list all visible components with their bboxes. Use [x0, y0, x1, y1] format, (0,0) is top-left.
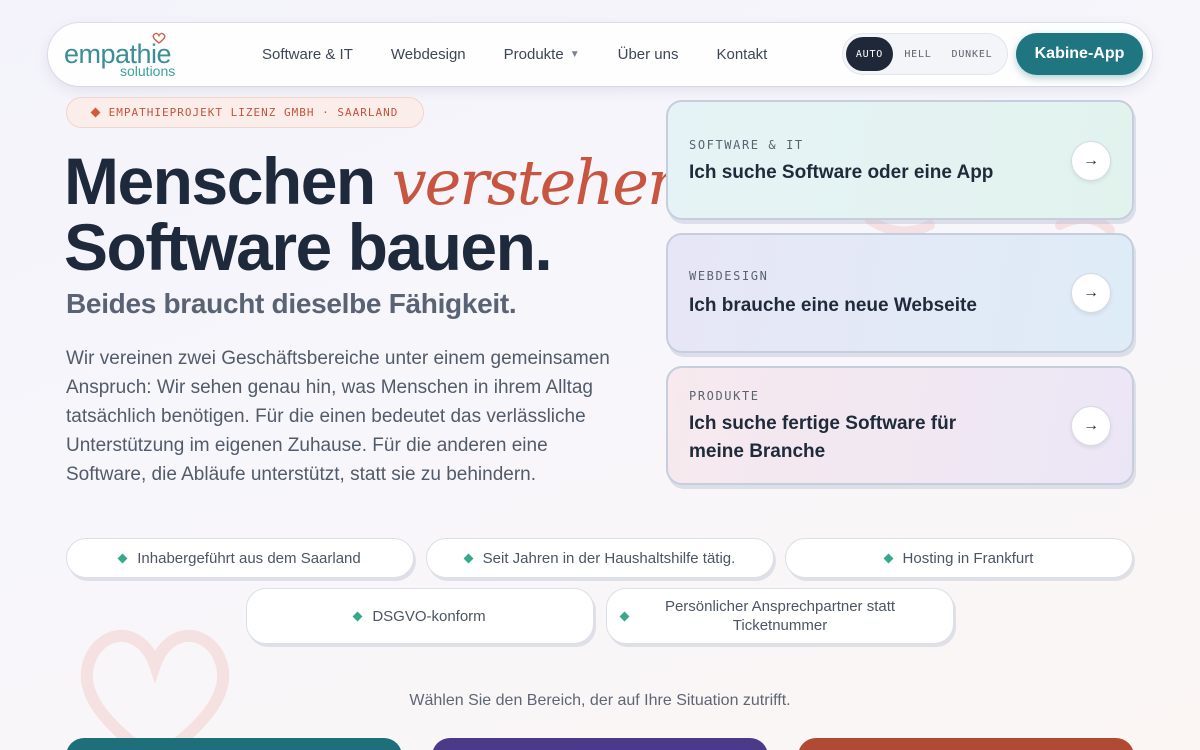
- background-heart-decoration: [80, 629, 230, 750]
- bottom-card-red[interactable]: [798, 738, 1134, 750]
- hero-paragraph: Wir vereinen zwei Geschäftsbereiche unte…: [66, 348, 610, 485]
- card-kicker: SOFTWARE & IT: [689, 138, 804, 152]
- theme-option-hell[interactable]: HELL: [893, 37, 943, 71]
- hero-subheadline: Beides braucht dieselbe Fähigkeit.: [66, 288, 517, 319]
- trust-pill-label: Hosting in Frankfurt: [902, 549, 1034, 567]
- arrow-right-icon[interactable]: →: [1071, 406, 1111, 446]
- trust-pill: Inhabergeführt aus dem Saarland: [66, 538, 414, 578]
- logo[interactable]: empathie solutions: [64, 32, 204, 79]
- nav-link-produkte-label: Produkte: [503, 46, 564, 63]
- trust-pill-label: DSGVO-konform: [372, 607, 486, 625]
- arrow-right-icon[interactable]: →: [1071, 141, 1111, 181]
- nav-link-software-it[interactable]: Software & IT: [262, 46, 353, 63]
- trust-pill: Persönlicher Ansprechpartner statt Ticke…: [606, 588, 954, 644]
- bottom-card-teal[interactable]: [66, 738, 402, 750]
- card-kicker: WEBDESIGN: [689, 269, 769, 283]
- theme-option-dunkel[interactable]: DUNKEL: [943, 37, 1001, 71]
- nav-link-produkte[interactable]: Produkte ▼: [504, 46, 580, 63]
- card-webdesign[interactable]: WEBDESIGN Ich brauche eine neue Webseite…: [666, 233, 1134, 353]
- arrow-right-icon[interactable]: →: [1071, 273, 1111, 313]
- diamond-icon: [352, 611, 363, 621]
- theme-option-auto[interactable]: AUTO: [846, 37, 893, 71]
- hero-headline-line2: Software bauen.: [64, 210, 553, 284]
- trust-pill-label: Seit Jahren in der Haushaltshilfe tätig.: [482, 549, 736, 567]
- card-title: Ich brauche eine neue Webseite: [689, 295, 977, 316]
- trust-pill-label: Inhabergeführt aus dem Saarland: [137, 549, 361, 567]
- card-title: Ich suche fertige Software für meine Bra…: [689, 413, 957, 462]
- trust-pill: Hosting in Frankfurt: [785, 538, 1133, 578]
- hero-headline-start: Menschen: [64, 144, 392, 218]
- top-navigation: empathie solutions Software & IT Webdesi…: [48, 23, 1152, 86]
- card-title: Ich suche Software oder eine App: [689, 162, 994, 183]
- nav-links: Software & IT Webdesign Produkte ▼ Über …: [262, 23, 805, 86]
- nav-link-ueber-uns[interactable]: Über uns: [618, 46, 679, 63]
- company-badge: EMPATHIEPROJEKT LIZENZ GMBH · SAARLAND: [66, 97, 424, 128]
- company-badge-text: EMPATHIEPROJEKT LIZENZ GMBH · SAARLAND: [108, 106, 399, 119]
- diamond-icon: [463, 553, 474, 563]
- trust-pill: Seit Jahren in der Haushaltshilfe tätig.: [426, 538, 774, 578]
- card-kicker: PRODUKTE: [689, 389, 760, 403]
- diamond-icon: [90, 107, 101, 118]
- heart-icon: [152, 32, 166, 44]
- diamond-icon: [883, 553, 893, 563]
- card-produkte[interactable]: PRODUKTE Ich suche fertige Software für …: [666, 366, 1134, 485]
- nav-link-webdesign[interactable]: Webdesign: [391, 46, 466, 63]
- nav-link-kontakt[interactable]: Kontakt: [716, 46, 767, 63]
- card-software-it[interactable]: SOFTWARE & IT Ich suche Software oder ei…: [666, 100, 1134, 220]
- selection-hint: Wählen Sie den Bereich, der auf Ihre Sit…: [409, 692, 791, 709]
- bottom-card-purple[interactable]: [432, 738, 768, 750]
- theme-toggle: AUTO HELL DUNKEL: [842, 33, 1008, 75]
- kabine-app-button[interactable]: Kabine-App: [1016, 33, 1143, 75]
- trust-pill-label: Persönlicher Ansprechpartner statt Ticke…: [664, 598, 896, 634]
- trust-pill: DSGVO-konform: [246, 588, 594, 644]
- diamond-icon: [619, 611, 630, 621]
- chevron-down-icon: ▼: [569, 49, 580, 60]
- diamond-icon: [117, 553, 128, 563]
- logo-subtitle: solutions: [120, 63, 176, 79]
